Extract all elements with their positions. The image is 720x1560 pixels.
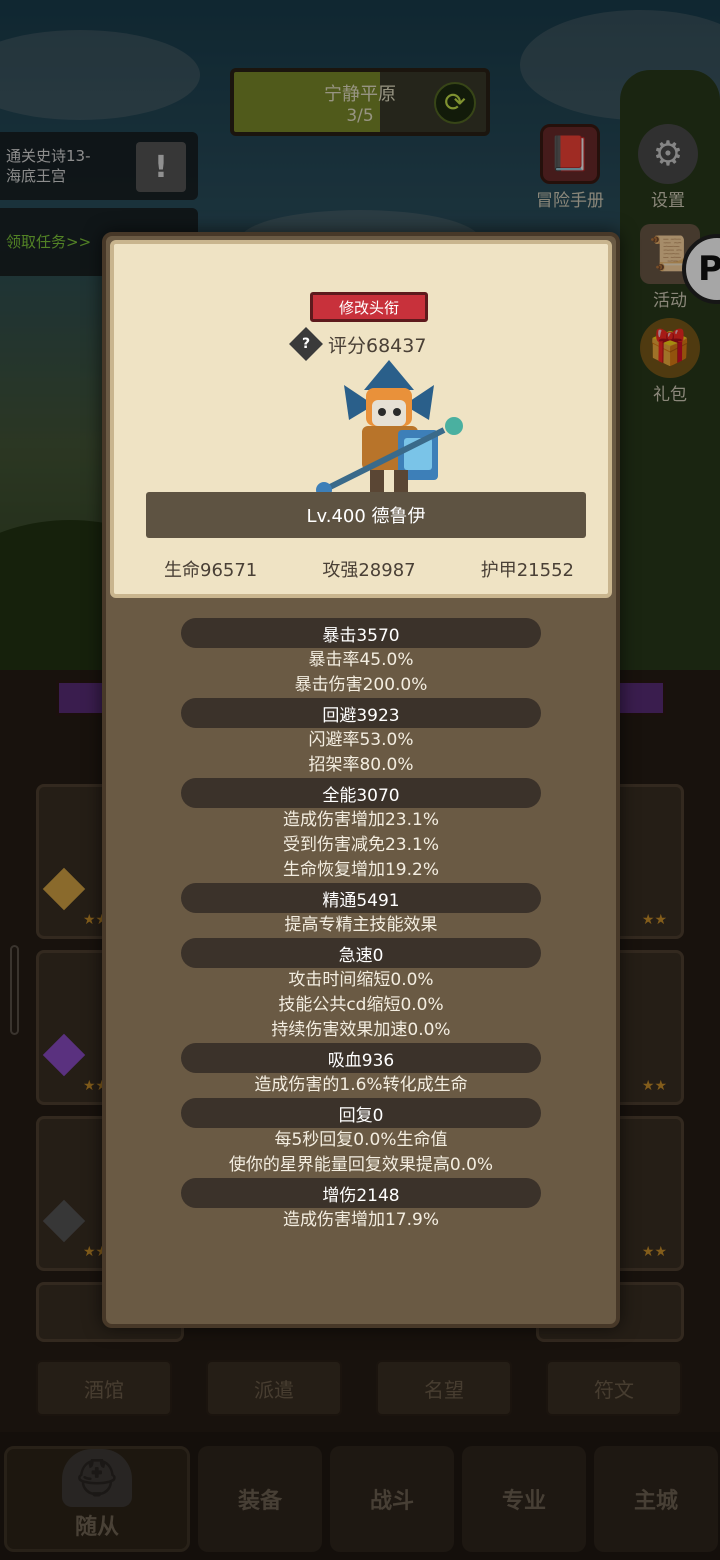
- stat-health: 生命96571: [164, 560, 258, 581]
- stat-detail: 攻击时间缩短0.0%: [288, 970, 434, 990]
- hero-name-bar: Lv.400 德鲁伊: [146, 492, 586, 538]
- stat-detail: 受到伤害减免23.1%: [282, 835, 439, 855]
- secondary-stats-list: 暴击3570 暴击率45.0% 暴击伤害200.0% 回避3923 闪避率53.…: [106, 618, 616, 1233]
- stat-detail: 生命恢复增加19.2%: [282, 860, 439, 880]
- score-row: ? 评分68437: [289, 327, 427, 361]
- hero-stats-popup: 修改头衔 ? 评分68437 Lv.400 德鲁伊 生命96571 攻强2898: [102, 232, 620, 1328]
- edit-title-button[interactable]: 修改头衔: [310, 292, 428, 322]
- stat-detail: 技能公共cd缩短0.0%: [278, 995, 444, 1015]
- hero-header-card: 修改头衔 ? 评分68437 Lv.400 德鲁伊 生命96571 攻强2898: [110, 240, 612, 598]
- stat-group-title: 暴击3570: [181, 618, 541, 648]
- stat-group-title: 增伤2148: [181, 1178, 541, 1208]
- stat-group-title: 急速0: [181, 938, 541, 968]
- stat-detail: 每5秒回复0.0%生命值: [274, 1130, 448, 1150]
- stat-group-title: 精通5491: [181, 883, 541, 913]
- stat-group-title: 全能3070: [181, 778, 541, 808]
- stat-detail: 持续伤害效果加速0.0%: [271, 1020, 451, 1040]
- stat-armor: 护甲21552: [480, 560, 574, 581]
- stat-group-title: 回避3923: [181, 698, 541, 728]
- stat-group-title: 回复0: [181, 1098, 541, 1128]
- stat-detail: 提高专精主技能效果: [284, 915, 438, 935]
- stat-detail: 暴击率45.0%: [308, 650, 414, 670]
- stat-detail: 招架率80.0%: [308, 755, 414, 775]
- base-stats-row: 生命96571 攻强28987 护甲21552: [164, 556, 574, 582]
- score-value: 评分68437: [328, 334, 427, 357]
- stat-detail: 造成伤害增加17.9%: [282, 1210, 439, 1230]
- stat-detail: 闪避率53.0%: [308, 730, 414, 750]
- stat-attack-power: 攻强28987: [322, 560, 416, 581]
- stat-group-title: 吸血936: [181, 1043, 541, 1073]
- druid-hero-portrait: [316, 360, 463, 498]
- stat-detail: 造成伤害的1.6%转化成生命: [254, 1075, 468, 1095]
- stat-detail: 使你的星界能量回复效果提高0.0%: [228, 1155, 494, 1175]
- help-icon[interactable]: ?: [289, 327, 323, 361]
- stat-detail: 暴击伤害200.0%: [294, 675, 428, 695]
- stat-detail: 造成伤害增加23.1%: [282, 810, 439, 830]
